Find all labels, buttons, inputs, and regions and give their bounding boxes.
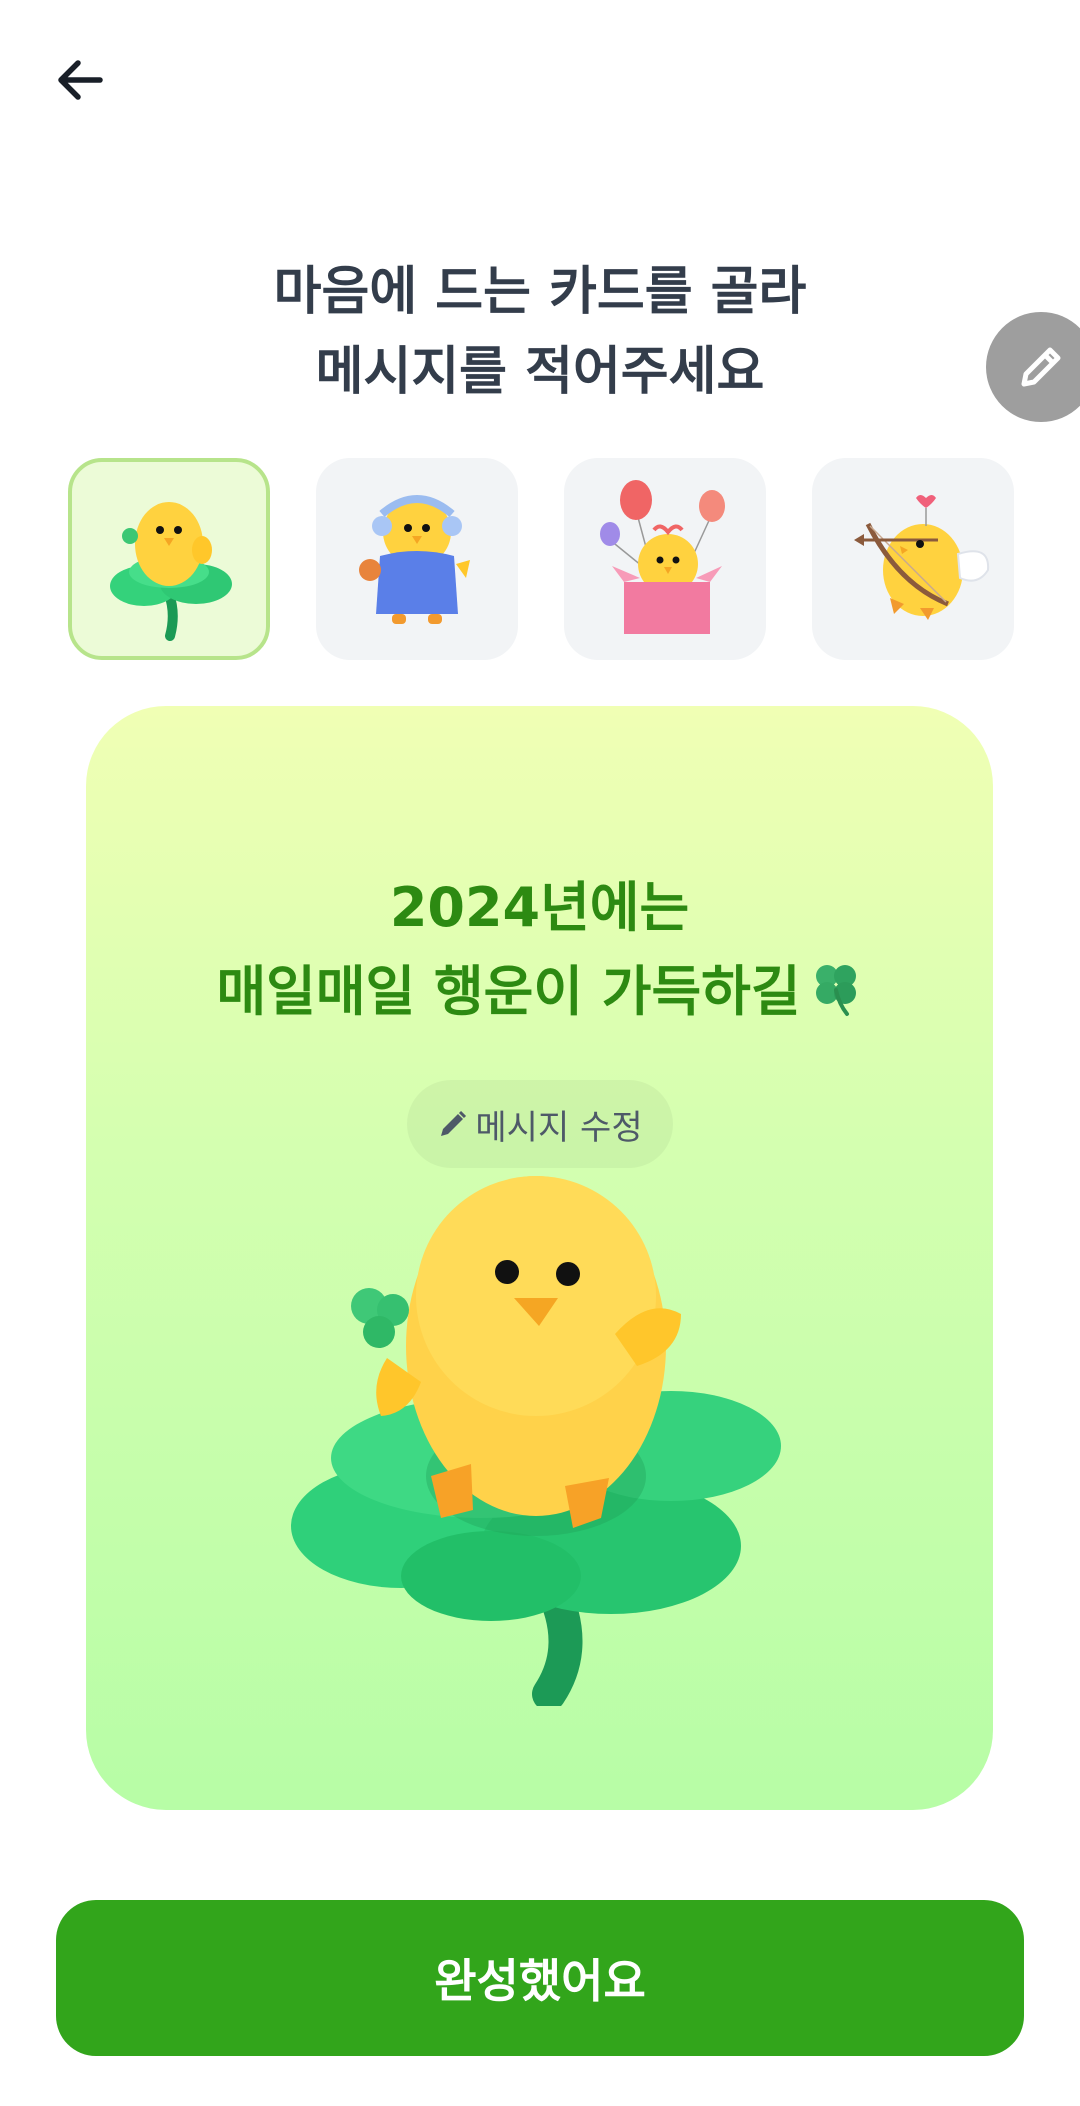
- pencil-icon: [1021, 347, 1061, 387]
- page-title-line-2: 메시지를 적어주세요: [315, 342, 765, 402]
- chick-on-clover-illustration: [110, 502, 232, 641]
- done-button[interactable]: 완성했어요: [56, 1900, 1024, 2056]
- card-thumbnail-hoodie[interactable]: [316, 458, 518, 660]
- back-button[interactable]: [40, 40, 120, 120]
- card-thumbnail-cupid[interactable]: [812, 458, 1014, 660]
- pencil-icon: [441, 1110, 467, 1136]
- card-message-line-2-wrap: 매일매일 행운이 가득하길: [86, 950, 993, 1034]
- card-message: 2024년에는 매일매일 행운이 가득하길: [86, 866, 993, 1034]
- chick-in-gift-box-illustration: [600, 480, 725, 634]
- arrow-left-icon: [58, 60, 103, 100]
- card-thumbnail-clover[interactable]: [68, 458, 270, 660]
- page-title: 마음에 드는 카드를 골라 메시지를 적어주세요: [0, 252, 1080, 412]
- card-message-line-2: 매일매일 행운이 가득하길: [216, 960, 801, 1023]
- clover-icon: [815, 965, 856, 1016]
- chick-in-blue-hoodie-illustration: [359, 495, 470, 624]
- chick-on-clover-illustration: [291, 1176, 781, 1706]
- edit-message-label: 메시지 수정: [475, 1107, 643, 1148]
- card-message-line-1: 2024년에는: [389, 876, 690, 939]
- page-title-line-1: 마음에 드는 카드를 골라: [273, 262, 807, 322]
- card-thumbnail-gift-box[interactable]: [564, 458, 766, 660]
- chick-cupid-illustration: [854, 495, 990, 620]
- card-thumbnail-list: [68, 458, 1014, 660]
- greeting-card-preview: 2024년에는 매일매일 행운이 가득하길 메시지 수정: [86, 706, 993, 1810]
